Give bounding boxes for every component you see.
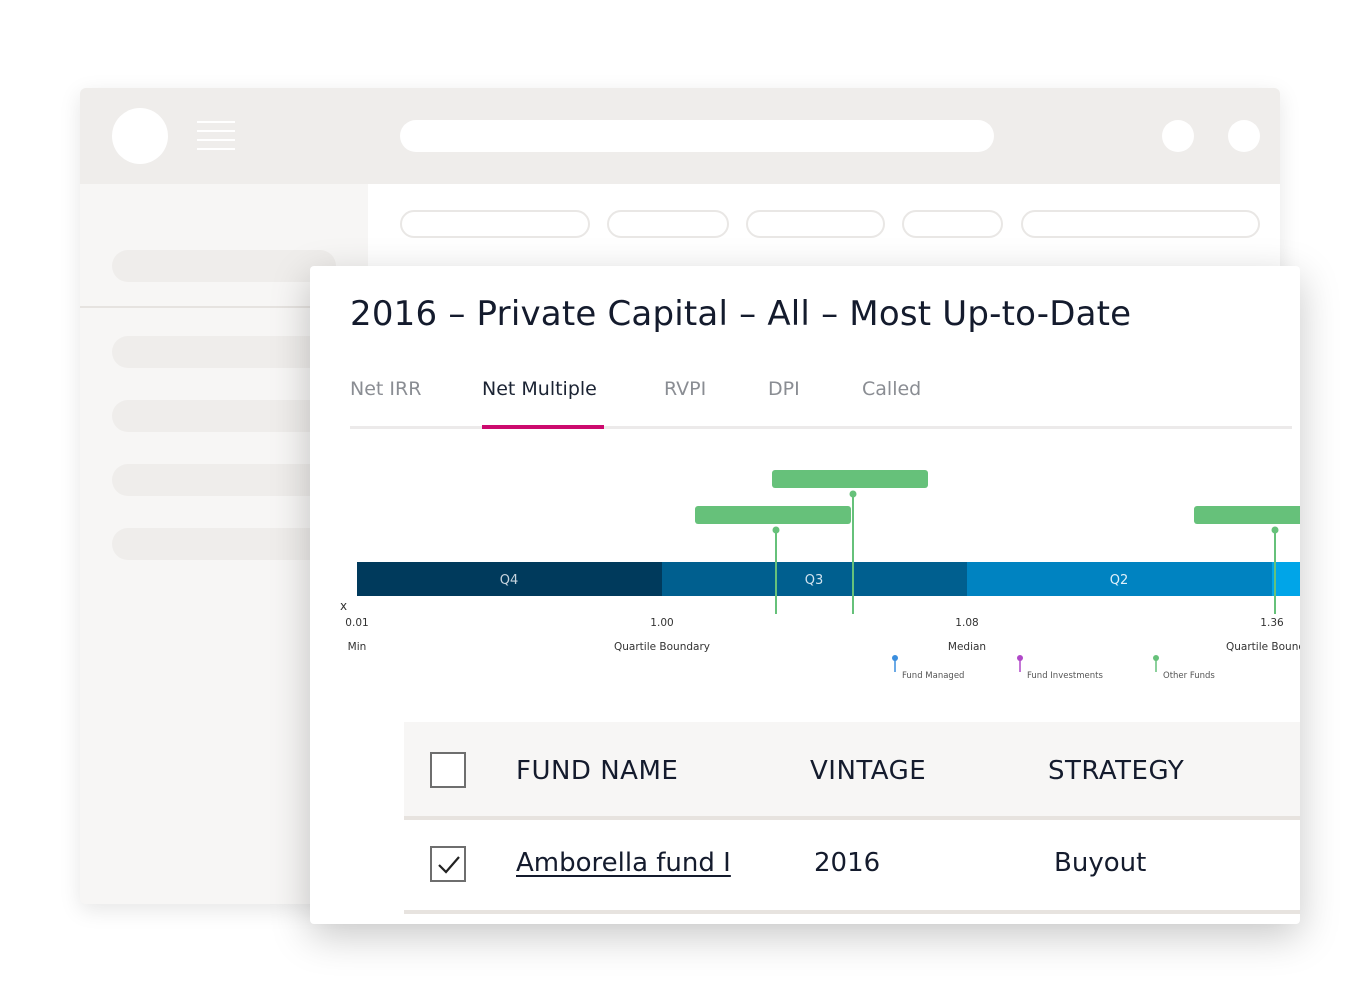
header-divider — [404, 816, 1300, 820]
strategy-cell: Buyout — [1054, 848, 1147, 878]
boundary-label-min: Min — [348, 641, 367, 653]
legend-label: Fund Managed — [902, 671, 964, 681]
sidebar-item-placeholder — [112, 250, 336, 282]
benchmark-card: 2016 – Private Capital – All – Most Up-t… — [310, 266, 1300, 924]
boundary-label-median: Median — [948, 641, 986, 653]
quartile-q4-label: Q4 — [500, 573, 519, 588]
sidebar-item-placeholder — [112, 336, 336, 368]
tab-dpi[interactable]: DPI — [768, 378, 800, 400]
filter-chip-placeholder — [902, 210, 1003, 238]
other-fund-bar — [695, 506, 851, 524]
filter-chip-placeholder — [400, 210, 590, 238]
tick-label: 1.00 — [650, 617, 673, 629]
quartile-q3-label: Q3 — [805, 573, 824, 588]
select-all-checkbox[interactable] — [430, 752, 466, 788]
axis-symbol: x — [340, 599, 347, 613]
fund-managed-pin-icon — [892, 655, 898, 661]
filter-chip-placeholder — [607, 210, 729, 238]
legend-label: Fund Investments — [1027, 671, 1103, 681]
search-bar-placeholder — [400, 120, 994, 152]
tick-label: 1.08 — [955, 617, 978, 629]
other-fund-pin — [772, 526, 780, 534]
quartile-q1-band — [1272, 562, 1300, 596]
tick-label: 0.01 — [345, 617, 368, 629]
column-header-strategy[interactable]: STRATEGY — [1048, 756, 1184, 786]
column-header-vintage[interactable]: VINTAGE — [810, 756, 926, 786]
sidebar-item-placeholder — [112, 400, 336, 432]
other-funds-pin-icon — [1153, 655, 1159, 661]
card-title: 2016 – Private Capital – All – Most Up-t… — [350, 294, 1132, 334]
background-top-bar — [80, 88, 1280, 184]
quartile-q2-label: Q2 — [1110, 573, 1129, 588]
other-fund-marker[interactable] — [695, 506, 851, 614]
sidebar-item-placeholder — [112, 528, 336, 560]
legend-fund-investments: Fund Investments — [1017, 655, 1103, 681]
boundary-label-quartile: Quartile Boundary — [614, 641, 710, 653]
hamburger-menu-icon — [197, 121, 235, 151]
filter-chip-placeholder — [746, 210, 885, 238]
active-tab-indicator — [482, 425, 604, 429]
other-fund-bar — [1194, 506, 1300, 524]
other-fund-pin — [849, 490, 857, 498]
tab-net-multiple[interactable]: Net Multiple — [482, 378, 597, 400]
tab-called[interactable]: Called — [862, 378, 921, 400]
sidebar-item-placeholder — [112, 464, 336, 496]
top-bar-icon-placeholder — [1162, 120, 1194, 152]
tick-label: 1.36 — [1260, 617, 1284, 629]
row-divider — [404, 910, 1300, 914]
filter-chip-placeholder — [1021, 210, 1260, 238]
legend-label: Other Funds — [1163, 671, 1215, 681]
avatar-placeholder — [112, 108, 168, 164]
fund-name-link[interactable]: Amborella fund I — [516, 848, 731, 878]
boundary-label-quartile: Quartile Boundary — [1226, 641, 1300, 653]
checkmark-icon — [438, 856, 460, 874]
other-fund-bar — [772, 470, 928, 488]
top-bar-icon-placeholder — [1228, 120, 1260, 152]
vintage-cell: 2016 — [814, 848, 881, 878]
quartile-chart: Q4 Q3 Q2 x 0.01 1.00 1.08 1.36 Min Quart… — [340, 470, 1300, 681]
fund-investments-pin-icon — [1017, 655, 1023, 661]
legend-other-funds: Other Funds — [1153, 655, 1215, 681]
table-header: FUND NAME VINTAGE STRATEGY — [404, 722, 1300, 816]
row-checkbox[interactable] — [430, 846, 466, 882]
legend-fund-managed: Fund Managed — [892, 655, 964, 681]
other-fund-marker[interactable] — [1194, 506, 1300, 614]
metric-tabs: Net IRR Net Multiple RVPI DPI Called — [350, 366, 1292, 430]
tab-rvpi[interactable]: RVPI — [664, 378, 706, 400]
tab-net-irr[interactable]: Net IRR — [350, 378, 421, 400]
column-header-fund-name[interactable]: FUND NAME — [516, 756, 678, 786]
other-fund-pin — [1271, 526, 1279, 534]
